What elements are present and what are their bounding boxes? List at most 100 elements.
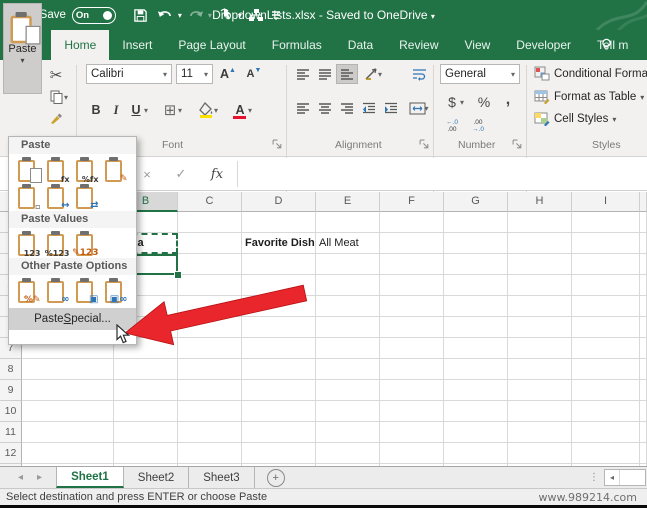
- column-header[interactable]: D: [242, 192, 316, 212]
- align-bottom-button[interactable]: [336, 64, 358, 84]
- ribbon-tab[interactable]: Review: [386, 30, 451, 60]
- align-center-button[interactable]: [314, 98, 336, 118]
- row-header[interactable]: 10: [0, 401, 22, 422]
- font-color-icon[interactable]: A: [230, 100, 250, 120]
- underline-button[interactable]: U: [126, 100, 146, 120]
- increase-indent-icon[interactable]: [380, 98, 402, 118]
- italic-button[interactable]: I: [106, 100, 126, 120]
- fill-color-icon[interactable]: [196, 100, 216, 120]
- column-header[interactable]: F: [380, 192, 444, 212]
- decrease-decimal-button[interactable]: .00 →.0: [468, 116, 488, 136]
- align-top-button[interactable]: [292, 64, 314, 84]
- column-header[interactable]: G: [444, 192, 508, 212]
- font-family-select[interactable]: Calibri ▾: [86, 64, 172, 84]
- font-dialog-launcher-icon[interactable]: [272, 139, 283, 150]
- paste-values-number-formatting-icon[interactable]: %123: [42, 230, 71, 257]
- paste-picture-icon[interactable]: ▣: [71, 277, 100, 304]
- borders-dropdown-icon[interactable]: ▾: [178, 106, 182, 115]
- orientation-icon[interactable]: ▾: [360, 64, 386, 84]
- tab-bar-resize-handle[interactable]: ⋮: [585, 467, 603, 488]
- wrap-text-icon[interactable]: [408, 64, 430, 84]
- row-header[interactable]: 8: [0, 359, 22, 380]
- column-header[interactable]: E: [316, 192, 380, 212]
- font-color-dropdown-icon[interactable]: ▾: [248, 106, 252, 115]
- align-middle-button[interactable]: [314, 64, 336, 84]
- paste-button[interactable]: Paste ▾: [3, 3, 42, 94]
- paste-transpose-icon[interactable]: ⇄: [71, 183, 100, 210]
- hierarchy-icon[interactable]: [245, 4, 267, 26]
- alignment-dialog-launcher-icon[interactable]: [419, 139, 430, 150]
- sheet-tab[interactable]: Sheet3: [189, 467, 254, 488]
- comma-format-button[interactable]: ,: [498, 90, 518, 110]
- currency-format-button[interactable]: $: [442, 92, 462, 112]
- save-icon[interactable]: [130, 4, 152, 26]
- ribbon-tab[interactable]: Insert: [109, 30, 165, 60]
- paste-values-icon[interactable]: 123: [13, 230, 42, 257]
- paste-formatting-icon[interactable]: %✎: [13, 277, 42, 304]
- paste-link-icon[interactable]: ∞: [42, 277, 71, 304]
- currency-dropdown-icon[interactable]: ▾: [460, 98, 464, 107]
- format-painter-icon[interactable]: [46, 108, 66, 128]
- insert-function-icon[interactable]: fx: [204, 158, 230, 190]
- prev-sheet-icon[interactable]: ◂: [18, 472, 23, 483]
- increase-decimal-button[interactable]: ←.0 .00: [442, 116, 462, 136]
- cell-styles-button[interactable]: Cell Styles ▾: [534, 112, 616, 126]
- decrease-indent-icon[interactable]: [358, 98, 380, 118]
- paste-values-source-formatting-icon[interactable]: ✎123: [71, 230, 100, 257]
- row-header[interactable]: 9: [0, 380, 22, 401]
- align-right-button[interactable]: [336, 98, 358, 118]
- column-header[interactable]: I: [572, 192, 640, 212]
- paste-icon[interactable]: [13, 156, 42, 183]
- merge-center-icon[interactable]: ▾: [404, 98, 434, 118]
- formula-input[interactable]: [240, 158, 647, 190]
- sheet-tab[interactable]: Sheet1: [56, 467, 124, 488]
- undo-dropdown-icon[interactable]: ▾: [178, 11, 182, 20]
- paste-special-menu-item[interactable]: Paste Special...: [9, 308, 136, 330]
- new-sheet-button[interactable]: +: [267, 469, 285, 487]
- number-dialog-launcher-icon[interactable]: [512, 139, 523, 150]
- ribbon-tab[interactable]: Data: [335, 30, 386, 60]
- autosave-toggle[interactable]: On: [72, 7, 116, 24]
- paste-no-borders-icon[interactable]: ▫: [13, 183, 42, 210]
- cut-icon[interactable]: ✂: [46, 65, 66, 85]
- touch-mouse-mode-icon[interactable]: [215, 4, 237, 26]
- redo-dropdown-icon[interactable]: ▾: [208, 11, 212, 20]
- scroll-left-icon[interactable]: ◂: [605, 470, 620, 485]
- ribbon-tab[interactable]: View: [452, 30, 504, 60]
- paste-linked-picture-icon[interactable]: ▣∞: [100, 277, 129, 304]
- paste-keep-source-formatting-icon[interactable]: ✎: [100, 156, 129, 183]
- increase-font-size-button[interactable]: A▲: [218, 64, 238, 84]
- copy-dropdown-icon[interactable]: ▾: [64, 93, 68, 102]
- undo-button[interactable]: [155, 4, 177, 26]
- ribbon-tab[interactable]: Tell m: [584, 30, 641, 60]
- percent-format-button[interactable]: %: [474, 92, 494, 112]
- sheet-tab[interactable]: Sheet2: [124, 467, 189, 488]
- paste-formulas-icon[interactable]: fx: [42, 156, 71, 183]
- fill-color-dropdown-icon[interactable]: ▾: [214, 106, 218, 115]
- title-dropdown-icon[interactable]: ▾: [431, 12, 435, 21]
- format-as-table-button[interactable]: Format as Table ▾: [534, 90, 644, 104]
- horizontal-scrollbar[interactable]: ◂: [604, 469, 646, 486]
- redo-button[interactable]: [185, 4, 207, 26]
- column-header[interactable]: C: [178, 192, 242, 212]
- ribbon-tab[interactable]: Developer: [503, 30, 584, 60]
- paste-formulas-number-formatting-icon[interactable]: %fx: [71, 156, 100, 183]
- ribbon-tab[interactable]: Formulas: [259, 30, 335, 60]
- touch-mode-dropdown-icon[interactable]: ▾: [238, 11, 242, 20]
- cancel-icon[interactable]: ×: [134, 158, 160, 190]
- align-left-button[interactable]: [292, 98, 314, 118]
- column-header[interactable]: [640, 192, 647, 212]
- row-header[interactable]: 12: [0, 443, 22, 464]
- customize-qat-icon[interactable]: [270, 4, 282, 26]
- ribbon-tab[interactable]: Page Layout: [165, 30, 258, 60]
- bold-button[interactable]: B: [86, 100, 106, 120]
- decrease-font-size-button[interactable]: A▼: [244, 64, 264, 84]
- copy-icon[interactable]: [46, 87, 66, 107]
- column-header[interactable]: H: [508, 192, 572, 212]
- number-format-select[interactable]: General ▾: [440, 64, 520, 84]
- enter-icon[interactable]: ✓: [168, 158, 194, 190]
- borders-icon[interactable]: ⊞: [160, 100, 180, 120]
- font-size-select[interactable]: 11 ▾: [176, 64, 213, 84]
- underline-dropdown-icon[interactable]: ▾: [144, 106, 148, 115]
- conditional-formatting-button[interactable]: Conditional Forma: [534, 66, 647, 81]
